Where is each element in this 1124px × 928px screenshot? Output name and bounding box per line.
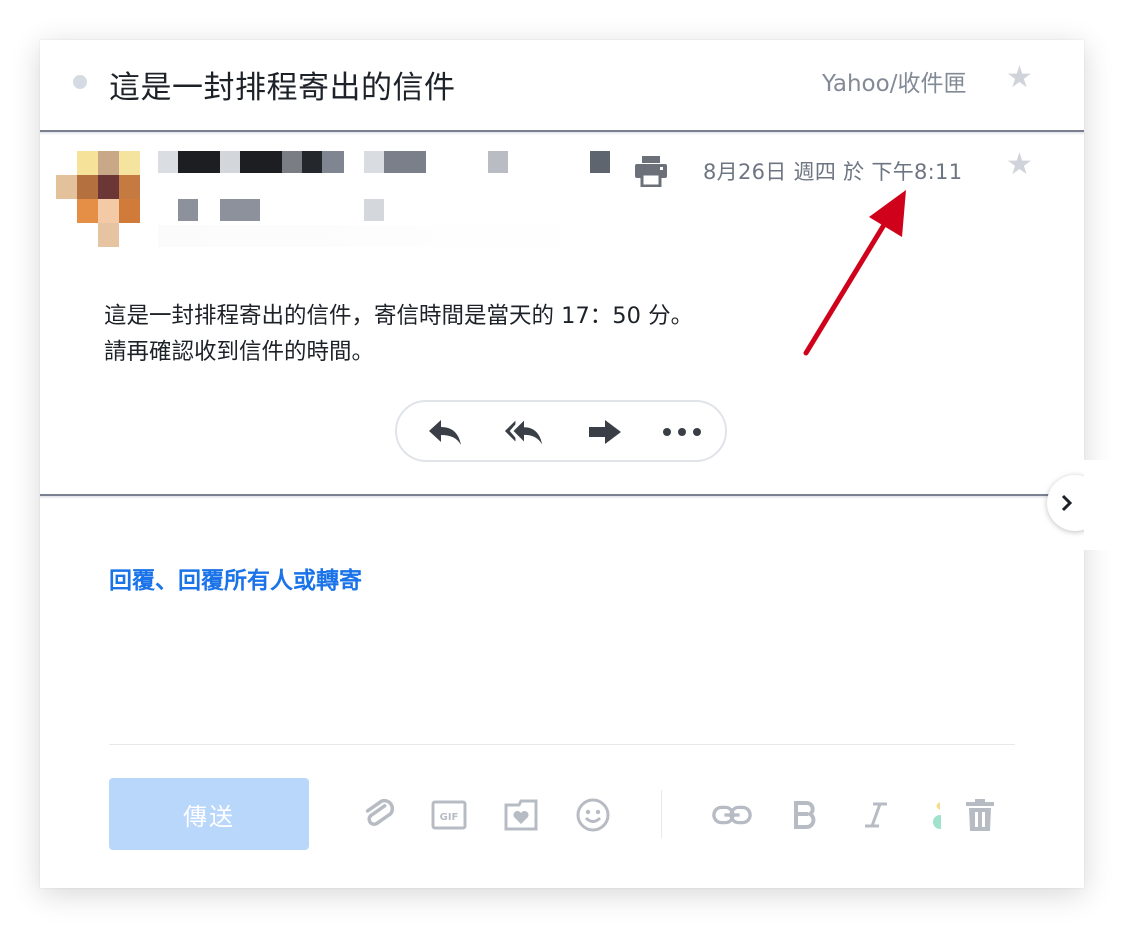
color-icon[interactable] xyxy=(922,795,944,835)
page-margin xyxy=(1084,460,1124,550)
star-icon[interactable]: ★ xyxy=(1006,63,1033,93)
toolbar-divider xyxy=(661,790,662,838)
print-icon[interactable] xyxy=(634,155,668,188)
message-body: 這是一封排程寄出的信件，寄信時間是當天的 17：50 分。 請再確認收到信件的時… xyxy=(104,298,693,370)
reply-links: 回覆、回覆所有人或轉寄 xyxy=(109,561,362,595)
reply-separator: 、 xyxy=(155,568,178,594)
bold-icon[interactable] xyxy=(786,795,826,835)
composer-divider xyxy=(109,744,1015,745)
folder-label[interactable]: Yahoo/收件匣 xyxy=(822,64,966,98)
attach-icon[interactable] xyxy=(359,795,399,835)
sender-info-redacted xyxy=(158,149,618,249)
message-star-icon[interactable]: ★ xyxy=(1006,150,1033,180)
message-subject: 這是一封排程寄出的信件 xyxy=(109,70,456,106)
reply-all-icon[interactable] xyxy=(504,414,544,450)
reply-icon[interactable] xyxy=(425,414,465,450)
emoji-icon[interactable] xyxy=(573,795,613,835)
annotation-arrow-icon xyxy=(803,190,906,356)
message-actions xyxy=(395,400,727,462)
forward-icon[interactable] xyxy=(585,414,625,450)
more-icon[interactable] xyxy=(662,414,702,450)
unread-dot-icon[interactable] xyxy=(73,75,87,89)
reply-or-text: 或 xyxy=(293,568,316,594)
gif-icon[interactable]: GIF xyxy=(429,795,469,835)
reply-link[interactable]: 回覆 xyxy=(109,568,155,594)
forward-link[interactable]: 轉寄 xyxy=(316,568,362,594)
body-line-1: 這是一封排程寄出的信件，寄信時間是當天的 17：50 分。 xyxy=(104,303,694,329)
link-icon[interactable] xyxy=(712,795,752,835)
chevron-right-icon xyxy=(1061,494,1073,512)
send-button[interactable]: 傳送 xyxy=(109,778,309,850)
sticker-icon[interactable] xyxy=(501,795,541,835)
svg-text:GIF: GIF xyxy=(440,812,459,823)
reply-all-link[interactable]: 回覆所有人 xyxy=(178,568,293,594)
italic-icon[interactable] xyxy=(856,795,896,835)
avatar[interactable] xyxy=(56,151,140,247)
body-divider xyxy=(40,494,1084,499)
trash-icon[interactable] xyxy=(960,795,1000,835)
body-line-2: 請再確認收到信件的時間。 xyxy=(104,339,375,365)
header-divider xyxy=(40,130,1084,135)
message-date: 8月26日 週四 於 下午8:11 xyxy=(703,160,963,184)
